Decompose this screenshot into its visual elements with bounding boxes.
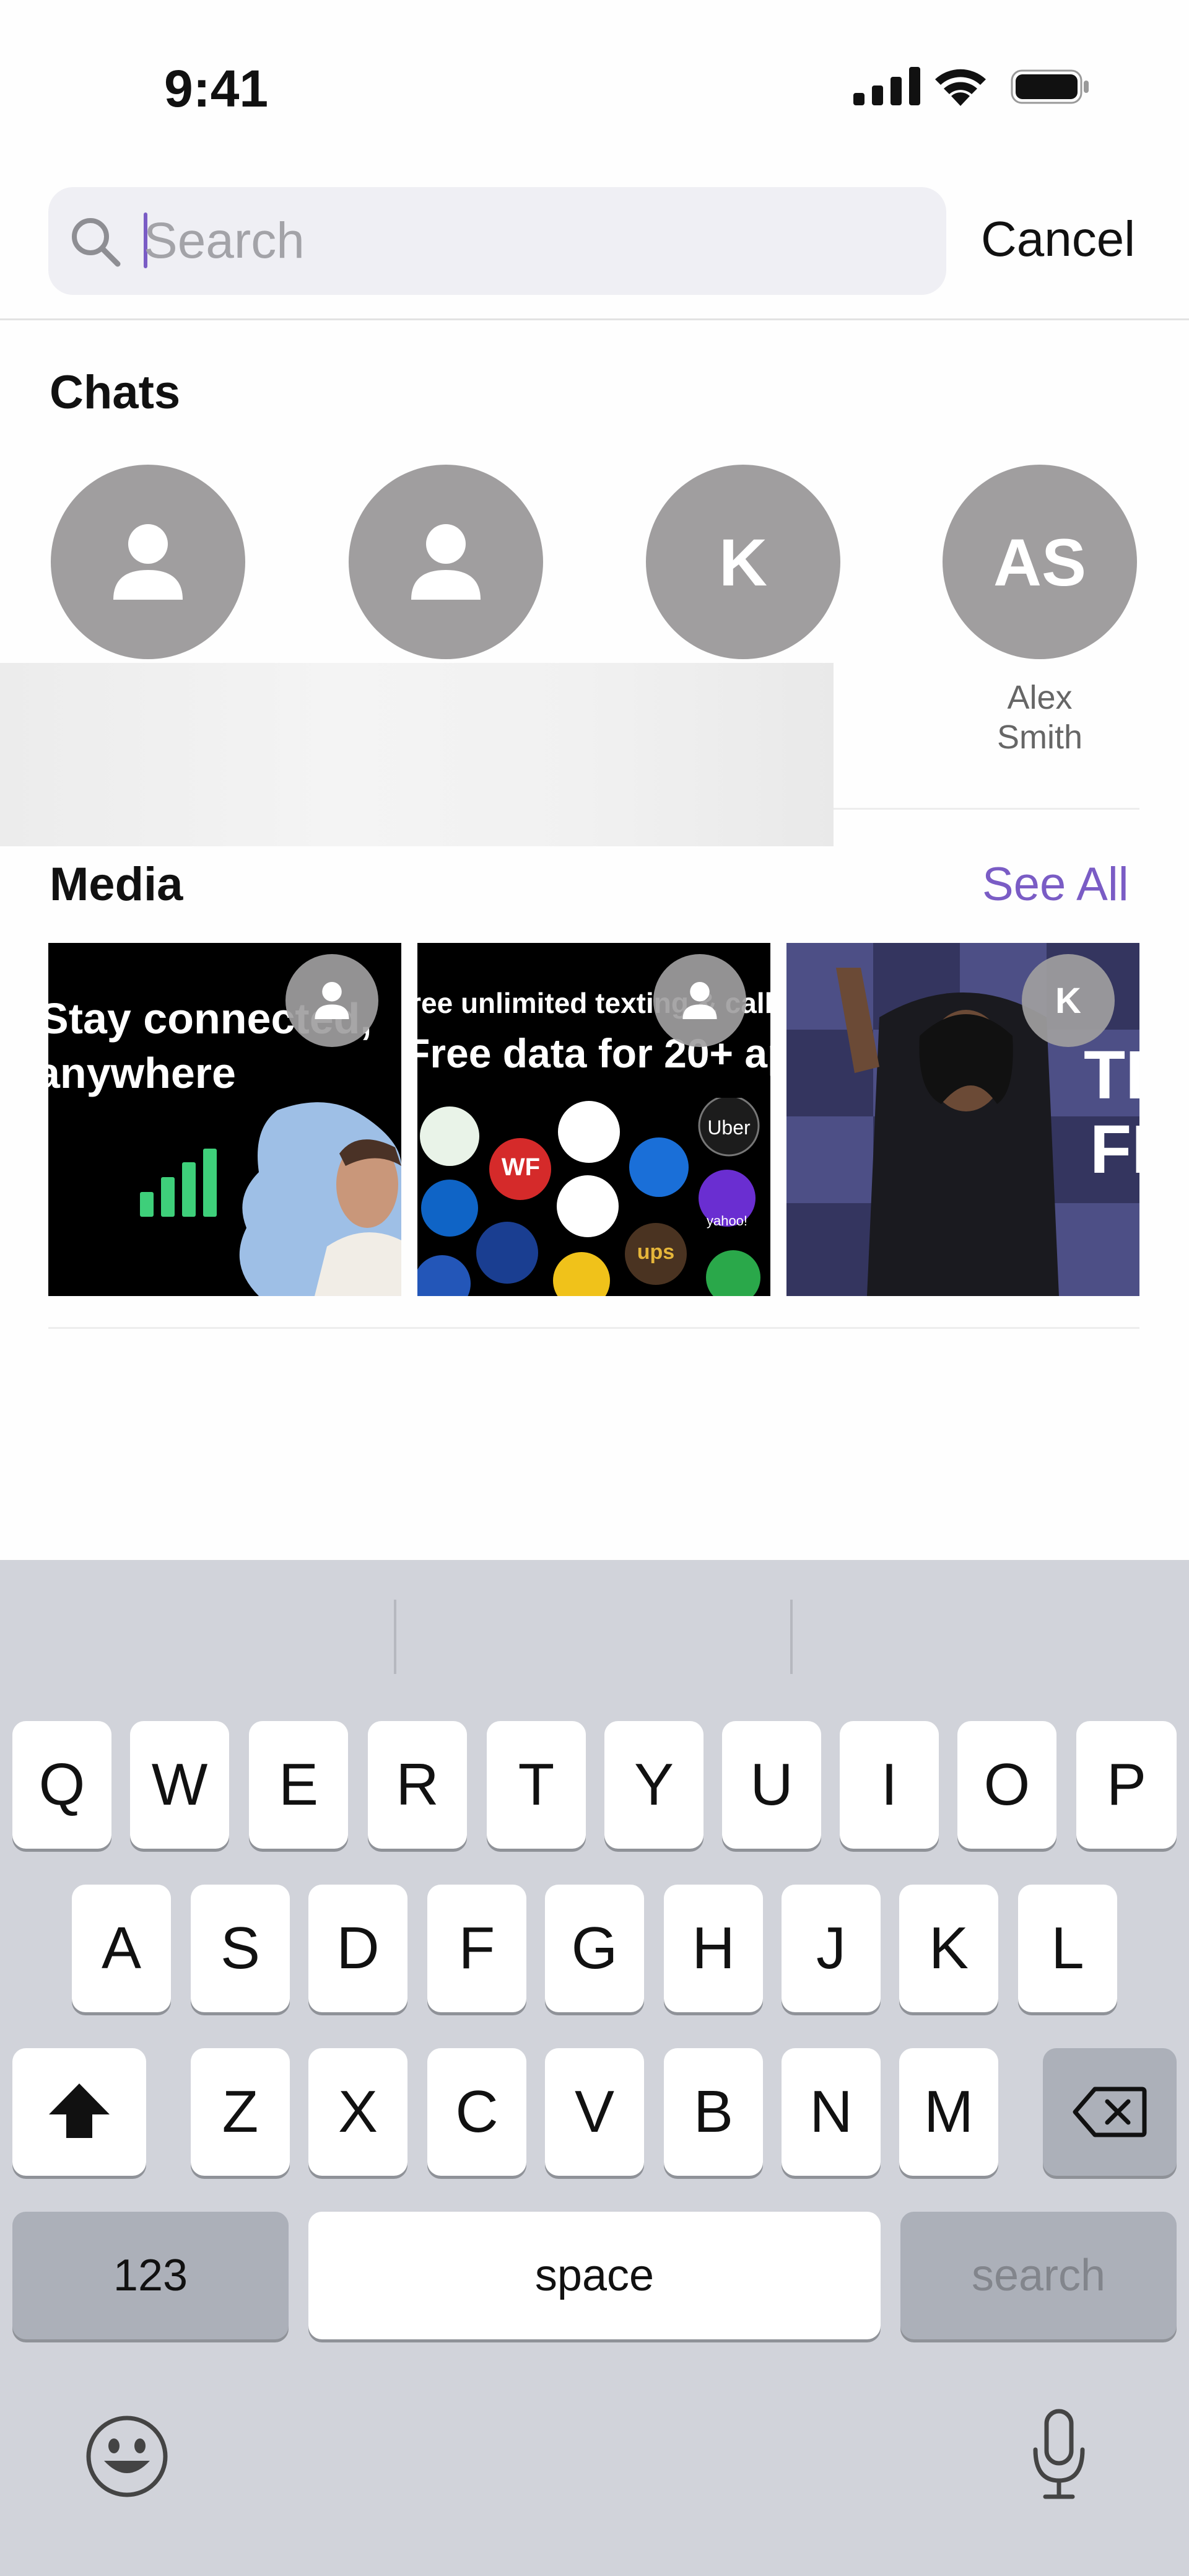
person-photo	[239, 1102, 401, 1296]
delete-key[interactable]	[1043, 2048, 1177, 2176]
avatar-initials: K	[1055, 980, 1081, 1021]
blurred-region	[0, 663, 834, 846]
key-g[interactable]: G	[545, 1885, 644, 2012]
chat-avatar-as[interactable]: AS	[943, 465, 1137, 659]
microphone-icon[interactable]	[1028, 2409, 1090, 2502]
key-i[interactable]: I	[840, 1721, 939, 1849]
media-caption: anywhere	[48, 1049, 236, 1097]
key-q[interactable]: Q	[12, 1721, 111, 1849]
media-tile-2[interactable]: Free unlimited texting & calling Free da…	[417, 943, 770, 1296]
media-divider	[48, 1327, 1139, 1329]
key-n[interactable]: N	[782, 2048, 881, 2176]
shift-key[interactable]	[12, 2048, 146, 2176]
key-t[interactable]: T	[487, 1721, 586, 1849]
key-u[interactable]: U	[722, 1721, 821, 1849]
suggestion-separator	[394, 1600, 396, 1674]
key-w[interactable]: W	[130, 1721, 229, 1849]
search-placeholder: Search	[144, 212, 305, 269]
key-c[interactable]: C	[427, 2048, 526, 2176]
backdrop-text: FL	[1090, 1111, 1139, 1188]
header-divider	[0, 318, 1189, 320]
key-e[interactable]: E	[249, 1721, 348, 1849]
key-j[interactable]: J	[782, 1885, 881, 2012]
media-tile-1[interactable]: Stay connected, anywhere	[48, 943, 401, 1296]
key-d[interactable]: D	[308, 1885, 407, 2012]
chat-avatar-2[interactable]	[349, 465, 543, 659]
key-f[interactable]: F	[427, 1885, 526, 2012]
avatar-initials: AS	[993, 524, 1087, 600]
key-y[interactable]: Y	[604, 1721, 703, 1849]
chats-divider	[834, 808, 1139, 810]
key-p[interactable]: P	[1076, 1721, 1177, 1849]
media-sender-avatar: K	[1022, 954, 1115, 1047]
avatar-initials: K	[719, 524, 767, 600]
search-icon	[72, 218, 121, 267]
suggestion-separator	[790, 1600, 793, 1674]
key-s[interactable]: S	[191, 1885, 290, 2012]
key-a[interactable]: A	[72, 1885, 171, 2012]
media-sender-avatar	[285, 954, 378, 1047]
key-v[interactable]: V	[545, 2048, 644, 2176]
app-icon-label: Uber	[707, 1116, 751, 1139]
app-icon-label: ups	[637, 1240, 675, 1264]
person-icon	[315, 981, 349, 1020]
see-all-button[interactable]: See All	[982, 857, 1129, 911]
chat-avatar-k[interactable]: K	[646, 465, 840, 659]
key-x[interactable]: X	[308, 2048, 407, 2176]
shift-arrow-icon	[49, 2083, 110, 2138]
emoji-icon[interactable]	[84, 2414, 170, 2499]
search-key[interactable]: search	[900, 2212, 1177, 2339]
backspace-icon	[1073, 2087, 1147, 2137]
media-section-title: Media	[50, 858, 183, 911]
key-h[interactable]: H	[664, 1885, 763, 2012]
status-time: 9:41	[164, 59, 269, 118]
app-icon-label: WF	[501, 1154, 541, 1181]
key-b[interactable]: B	[664, 2048, 763, 2176]
app-icon-label: yahoo!	[706, 1213, 748, 1229]
wifi-icon	[935, 69, 986, 106]
key-z[interactable]: Z	[191, 2048, 290, 2176]
key-o[interactable]: O	[957, 1721, 1056, 1849]
signal-bars-graphic	[140, 1149, 217, 1217]
cancel-button[interactable]: Cancel	[981, 209, 1135, 269]
media-sender-avatar	[653, 954, 746, 1047]
key-k[interactable]: K	[899, 1885, 998, 2012]
person-icon	[411, 524, 481, 600]
cellular-signal-icon	[853, 67, 920, 105]
key-m[interactable]: M	[899, 2048, 998, 2176]
numbers-key[interactable]: 123	[12, 2212, 289, 2339]
person-icon	[682, 981, 717, 1020]
key-r[interactable]: R	[368, 1721, 467, 1849]
chats-section-title: Chats	[50, 366, 181, 419]
backdrop-text: TEX	[1084, 1037, 1139, 1113]
chat-avatar-1[interactable]	[51, 465, 245, 659]
person-icon	[113, 524, 183, 600]
space-key[interactable]: space	[308, 2212, 881, 2339]
chat-name-alex-smith: Alex Smith	[996, 679, 1083, 756]
battery-icon	[1011, 69, 1089, 104]
key-l[interactable]: L	[1018, 1885, 1117, 2012]
media-tile-3[interactable]: TEX FL K	[786, 943, 1139, 1296]
